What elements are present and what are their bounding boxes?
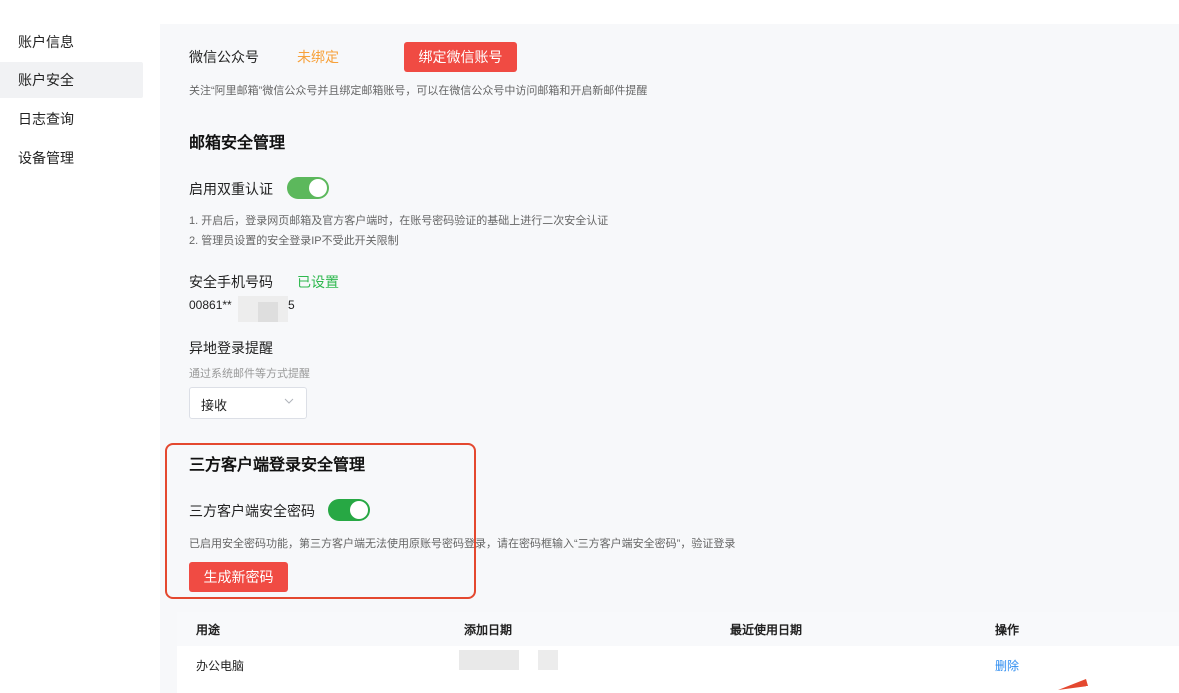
toggle-knob [309, 179, 327, 197]
delete-link[interactable]: 删除 [995, 657, 1019, 674]
sidebar-item-account-info[interactable]: 账户信息 [0, 24, 143, 60]
wechat-label: 微信公众号 [189, 49, 259, 65]
phone-redaction-inner [258, 302, 278, 322]
chevron-down-icon [284, 398, 294, 404]
column-header-purpose: 用途 [196, 623, 221, 637]
sidebar-item-label: 设备管理 [18, 150, 74, 166]
added-date-redaction-2 [538, 650, 558, 670]
remote-login-label: 异地登录提醒 [189, 340, 273, 356]
phone-number-prefix: 00861** [189, 298, 232, 312]
remote-login-select[interactable]: 接收 [189, 387, 307, 419]
wechat-description: 关注“阿里邮箱”微信公众号并且绑定邮箱账号，可以在微信公众号中访问邮箱和开启新邮… [189, 85, 648, 97]
third-party-title: 三方客户端登录安全管理 [189, 457, 366, 474]
generate-password-button[interactable]: 生成新密码 [189, 562, 288, 592]
wechat-status: 未绑定 [297, 49, 339, 65]
arrow-icon [1058, 679, 1179, 693]
sidebar-item-label: 账户信息 [18, 34, 74, 50]
third-party-password-label: 三方客户端安全密码 [189, 503, 315, 519]
sidebar-item-account-security[interactable]: 账户安全 [0, 62, 143, 98]
two-factor-note-2: 2. 管理员设置的安全登录IP不受此开关限制 [189, 235, 399, 247]
row-purpose: 办公电脑 [196, 659, 245, 673]
column-header-added-date: 添加日期 [464, 623, 513, 637]
password-table: 用途 添加日期 最近使用日期 操作 办公电脑 删除 [177, 612, 1179, 693]
sidebar-item-label: 日志查询 [18, 111, 74, 127]
sidebar-item-label: 账户安全 [18, 72, 74, 88]
toggle-knob [350, 501, 368, 519]
third-party-description: 已启用安全密码功能，第三方客户端无法使用原账号密码登录，请在密码框输入“三方客户… [189, 538, 736, 550]
added-date-redaction [459, 650, 519, 670]
two-factor-label: 启用双重认证 [189, 181, 273, 197]
remote-login-hint: 通过系统邮件等方式提醒 [189, 368, 310, 380]
table-header: 用途 添加日期 最近使用日期 操作 [177, 612, 1179, 646]
column-header-last-used-date: 最近使用日期 [730, 623, 803, 637]
third-party-password-toggle[interactable] [328, 499, 370, 521]
two-factor-toggle[interactable] [287, 177, 329, 199]
mailbox-security-title: 邮箱安全管理 [189, 135, 286, 152]
phone-status: 已设置 [297, 274, 339, 290]
column-header-action: 操作 [995, 623, 1020, 637]
sidebar-item-device-management[interactable]: 设备管理 [0, 140, 143, 176]
sidebar-item-log-query[interactable]: 日志查询 [0, 101, 143, 137]
phone-number-suffix: 5 [288, 298, 295, 312]
phone-label: 安全手机号码 [189, 274, 273, 290]
remote-login-select-value: 接收 [201, 398, 228, 413]
two-factor-note-1: 1. 开启后，登录网页邮箱及官方客户端时，在账号密码验证的基础上进行二次安全认证 [189, 215, 609, 227]
bind-wechat-button[interactable]: 绑定微信账号 [404, 42, 517, 72]
